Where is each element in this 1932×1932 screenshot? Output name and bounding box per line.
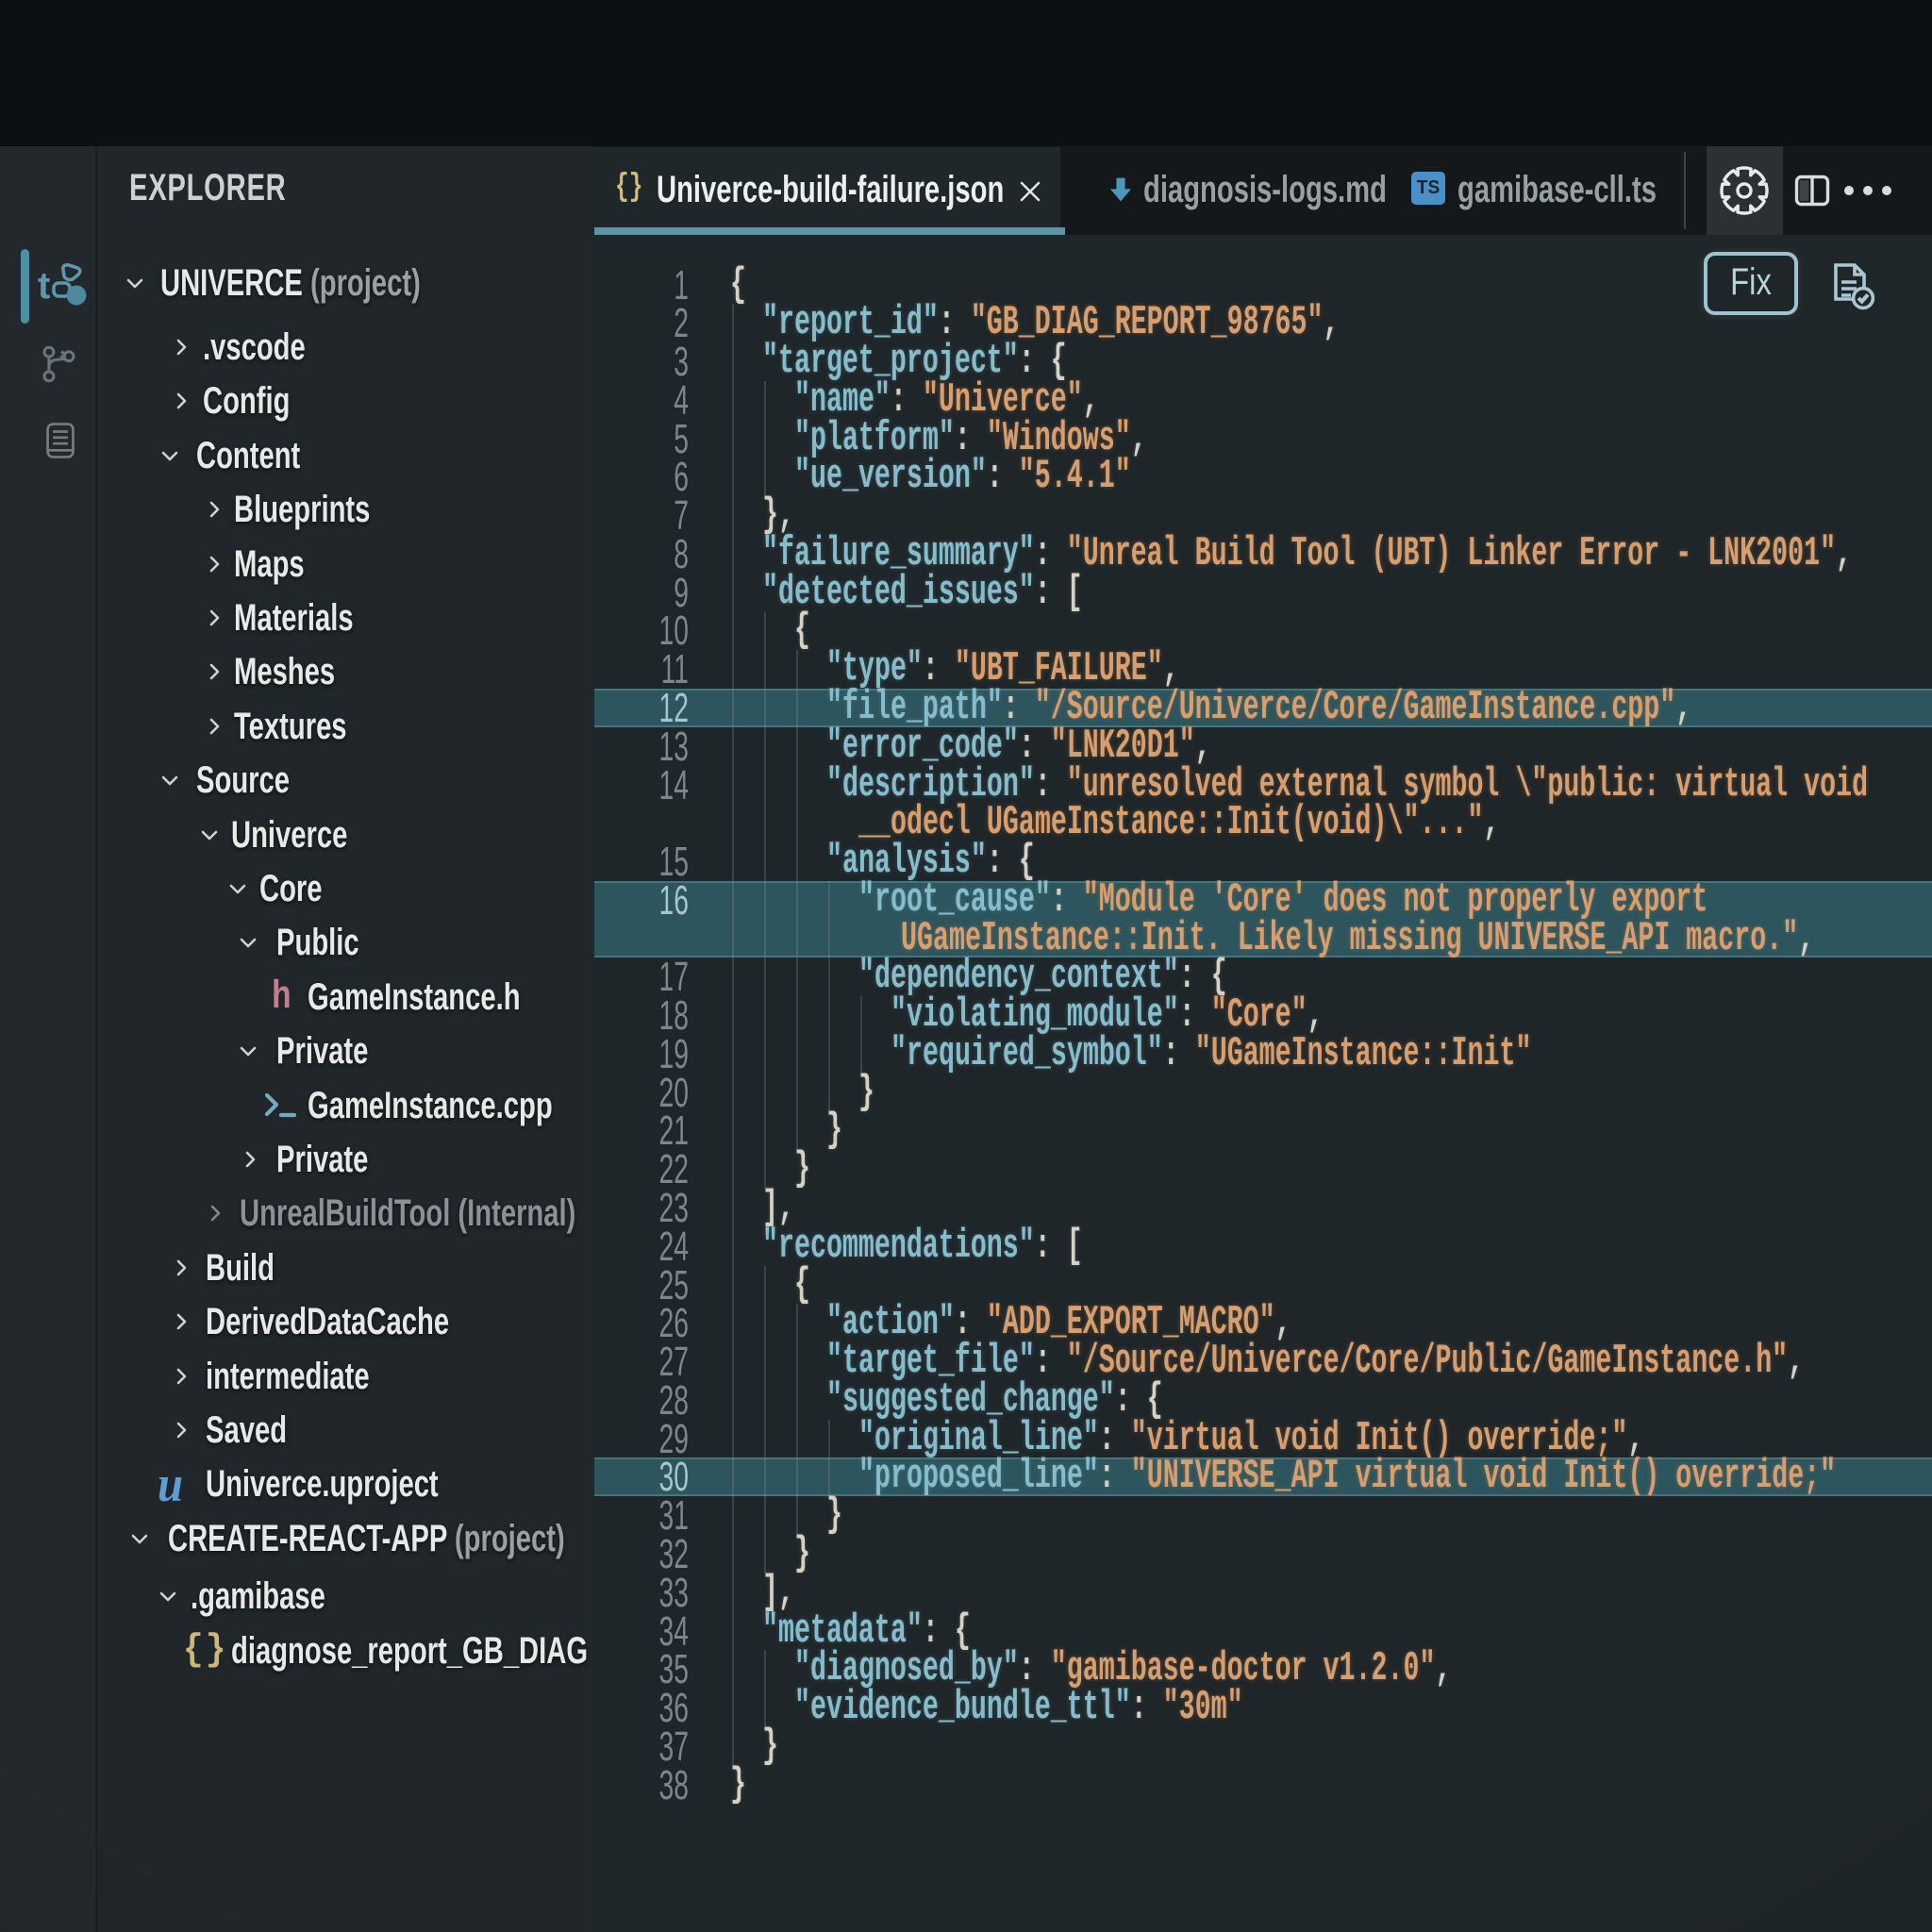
svg-text:t: t: [38, 265, 50, 307]
